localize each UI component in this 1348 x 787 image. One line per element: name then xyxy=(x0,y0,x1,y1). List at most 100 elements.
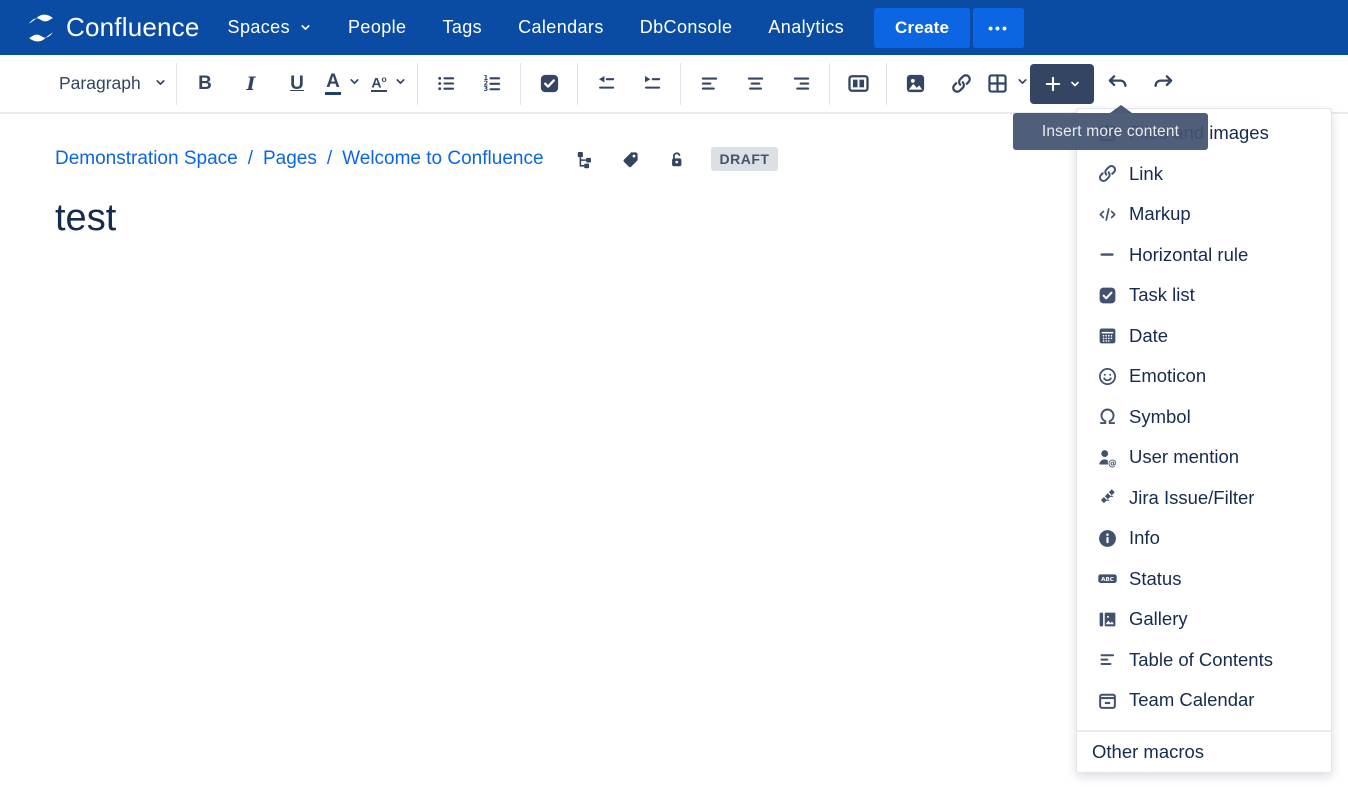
breadcrumb-link[interactable]: Pages xyxy=(263,148,317,170)
chevron-down-icon xyxy=(1071,81,1079,86)
menu-item-label: User mention xyxy=(1129,446,1240,468)
breadcrumb-link[interactable]: Welcome to Confluence xyxy=(342,148,543,170)
italic-button[interactable]: I xyxy=(228,64,274,104)
more-formatting-icon: Ao xyxy=(371,73,387,93)
menu-item-jira-issue-filter[interactable]: Jira Issue/Filter xyxy=(1077,478,1331,519)
insert-more-content-button[interactable] xyxy=(1030,63,1094,104)
insert-image-button[interactable] xyxy=(892,64,938,104)
insert-link-button[interactable] xyxy=(938,64,984,104)
info-icon xyxy=(1096,527,1118,549)
tooltip-text: Insert more content xyxy=(1041,122,1180,140)
table-icon xyxy=(987,74,1007,93)
label-tag-icon[interactable] xyxy=(621,150,640,169)
menu-item-team-calendar[interactable]: Team Calendar xyxy=(1077,680,1331,721)
status-icon: ABC xyxy=(1096,568,1118,590)
outdent-button[interactable] xyxy=(583,64,629,104)
toolbar-divider xyxy=(417,62,418,105)
paragraph-style-dropdown[interactable]: Paragraph xyxy=(55,64,171,104)
numbered-list-button[interactable]: 1 2 3 xyxy=(469,64,515,104)
emoticon-icon xyxy=(1096,365,1118,387)
nav-item-people[interactable]: People xyxy=(348,17,406,38)
align-center-icon xyxy=(747,77,763,90)
menu-item-link[interactable]: Link xyxy=(1077,154,1331,195)
menu-item-emoticon[interactable]: Emoticon xyxy=(1077,356,1331,397)
svg-text:ABC: ABC xyxy=(1101,577,1114,583)
task-list-icon xyxy=(540,74,558,93)
nav-item-analytics[interactable]: Analytics xyxy=(768,17,844,38)
menu-item-symbol[interactable]: Symbol xyxy=(1077,397,1331,438)
nav-item-label: DbConsole xyxy=(639,17,733,37)
menu-item-date[interactable]: Date xyxy=(1077,316,1331,357)
menu-item-label: Date xyxy=(1129,324,1169,346)
confluence-brand[interactable]: Confluence xyxy=(26,12,200,43)
date-icon xyxy=(1096,325,1118,347)
align-left-button[interactable] xyxy=(686,64,732,104)
menu-item-user-mention[interactable]: @ User mention xyxy=(1077,437,1331,478)
editor-toolbar: Paragraph B I U A Ao 1 2 3 xyxy=(0,55,1348,114)
bold-button[interactable]: B xyxy=(182,64,228,104)
nav-item-label: Calendars xyxy=(518,17,604,37)
image-icon xyxy=(906,74,924,93)
toolbar-divider xyxy=(829,62,830,105)
svg-text:@: @ xyxy=(1108,459,1117,468)
menu-item-label: Gallery xyxy=(1129,608,1188,630)
task-list-button[interactable] xyxy=(526,64,572,104)
breadcrumb-link[interactable]: Demonstration Space xyxy=(55,148,238,170)
menu-item-label: Info xyxy=(1129,527,1160,549)
redo-button[interactable] xyxy=(1140,64,1186,104)
bold-icon: B xyxy=(198,72,212,94)
menu-item-label: Emoticon xyxy=(1129,365,1207,387)
menu-item-label: Team Calendar xyxy=(1129,689,1255,711)
page-tree-icon[interactable] xyxy=(575,150,594,169)
outdent-icon xyxy=(598,76,614,89)
align-left-icon xyxy=(701,77,717,90)
chevron-down-icon xyxy=(154,73,167,94)
nav-item-dbconsole[interactable]: DbConsole xyxy=(640,17,733,38)
text-color-icon: A xyxy=(325,72,341,95)
paragraph-style-label: Paragraph xyxy=(59,73,141,93)
insert-menu-items: Files and imagesLinkMarkupHorizontal rul… xyxy=(1077,113,1331,721)
link-icon xyxy=(1096,163,1118,185)
underline-button[interactable]: U xyxy=(274,64,320,104)
text-color-dropdown[interactable]: A xyxy=(320,64,366,104)
redo-icon xyxy=(1153,75,1172,88)
tooltip: Insert more content xyxy=(1013,105,1208,150)
page-layout-button[interactable] xyxy=(835,64,881,104)
create-button[interactable]: Create xyxy=(874,7,971,48)
markup-icon xyxy=(1096,203,1118,225)
task-list-icon xyxy=(1096,284,1118,306)
align-right-icon xyxy=(793,77,809,90)
menu-item-horizontal-rule[interactable]: Horizontal rule xyxy=(1077,235,1331,276)
toolbar-divider xyxy=(680,62,681,105)
indent-button[interactable] xyxy=(629,64,675,104)
menu-item-label: Horizontal rule xyxy=(1129,243,1249,265)
menu-item-other-macros[interactable]: Other macros xyxy=(1077,729,1331,772)
undo-button[interactable] xyxy=(1094,64,1140,104)
menu-item-table-of-contents[interactable]: Table of Contents xyxy=(1077,640,1331,681)
nav-item-tags[interactable]: Tags xyxy=(442,17,482,38)
menu-item-label: Link xyxy=(1129,162,1163,184)
ellipsis-icon: ••• xyxy=(988,19,1009,36)
toolbar-divider xyxy=(577,62,578,105)
jira-icon xyxy=(1096,487,1118,509)
unlock-icon[interactable] xyxy=(667,150,686,169)
nav-more-button[interactable]: ••• xyxy=(973,7,1024,48)
menu-item-label: Status xyxy=(1129,567,1182,589)
menu-item-label: Markup xyxy=(1129,203,1191,225)
more-formatting-dropdown[interactable]: Ao xyxy=(366,64,412,104)
menu-item-gallery[interactable]: Gallery xyxy=(1077,599,1331,640)
menu-item-task-list[interactable]: Task list xyxy=(1077,275,1331,316)
menu-item-status[interactable]: ABC Status xyxy=(1077,559,1331,600)
nav-item-label: Spaces xyxy=(227,17,290,37)
menu-item-markup[interactable]: Markup xyxy=(1077,194,1331,235)
menu-item-label: Symbol xyxy=(1129,405,1191,427)
menu-item-info[interactable]: Info xyxy=(1077,518,1331,559)
tooltip-arrow-icon xyxy=(1110,105,1132,113)
bullet-list-button[interactable] xyxy=(423,64,469,104)
insert-table-dropdown[interactable] xyxy=(984,64,1030,104)
symbol-icon xyxy=(1096,406,1118,428)
nav-item-calendars[interactable]: Calendars xyxy=(518,17,604,38)
align-center-button[interactable] xyxy=(732,64,778,104)
align-right-button[interactable] xyxy=(778,64,824,104)
nav-item-spaces[interactable]: Spaces xyxy=(228,17,312,38)
